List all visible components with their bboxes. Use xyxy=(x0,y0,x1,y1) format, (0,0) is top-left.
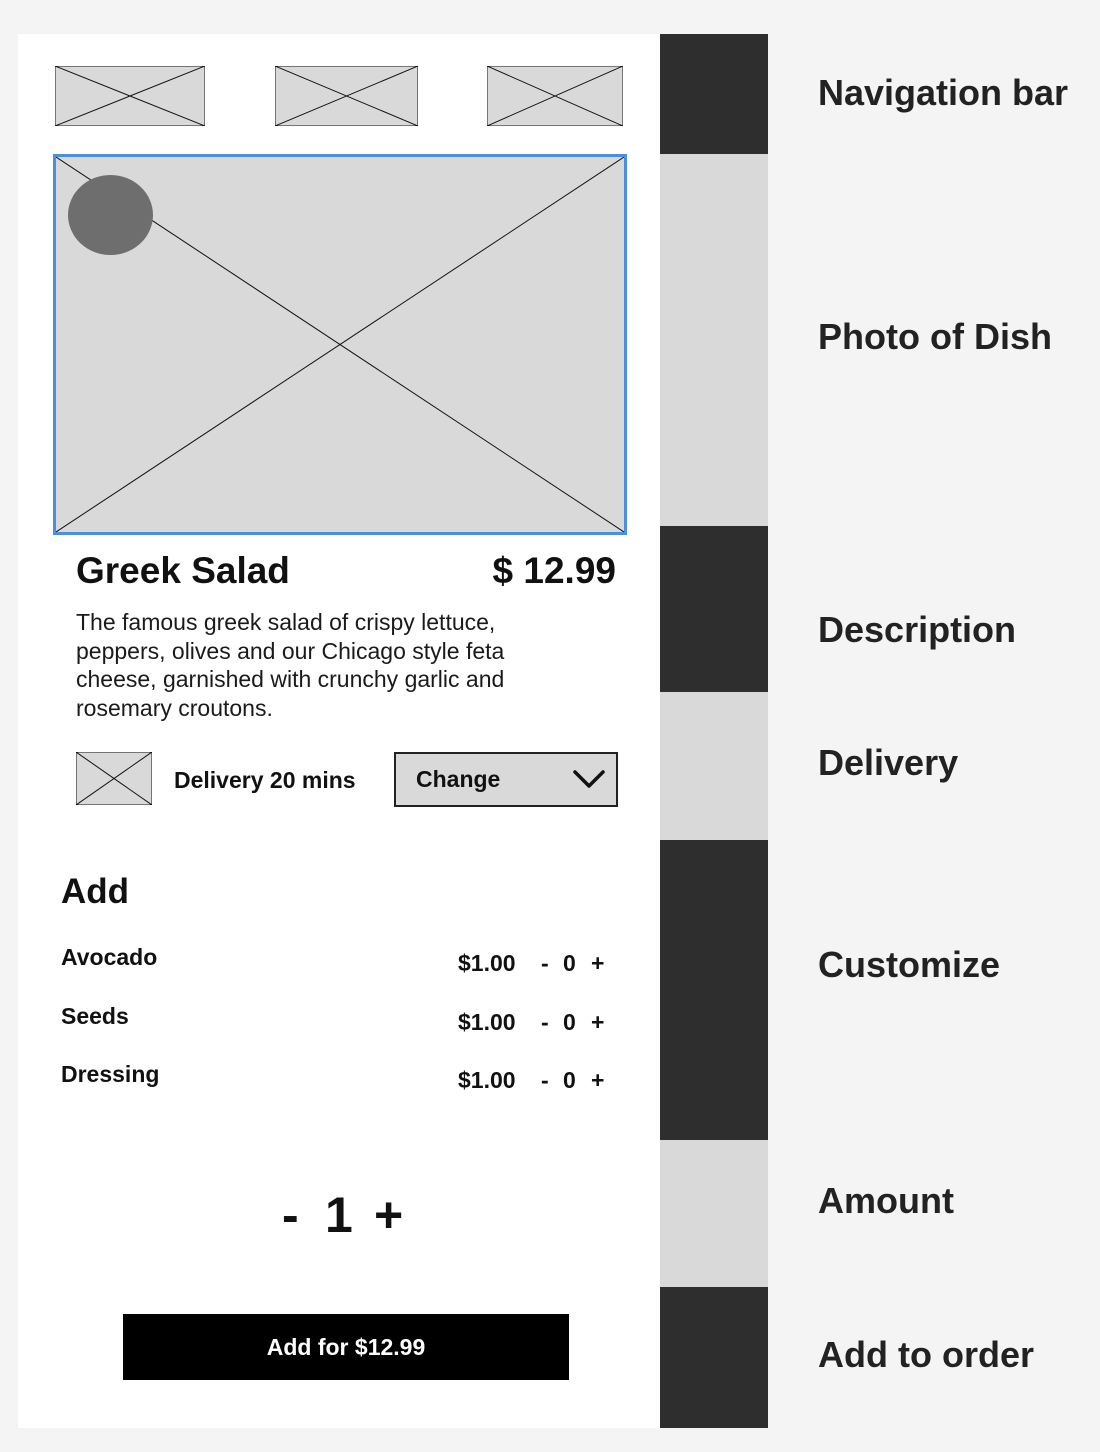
annotation-label-add-to-order: Add to order xyxy=(818,1334,1034,1375)
addon-increment-button[interactable]: + xyxy=(591,1067,604,1094)
addon-decrement-button[interactable]: - xyxy=(541,950,549,977)
addon-quantity: 0 xyxy=(563,1067,576,1093)
annotation-band-amount xyxy=(660,1140,768,1287)
addon-price: $1.00 xyxy=(458,950,516,976)
annotation-band-description xyxy=(660,526,768,692)
addon-decrement-button[interactable]: - xyxy=(541,1067,549,1094)
annotation-band-photo xyxy=(660,154,768,526)
addon-increment-button[interactable]: + xyxy=(591,950,604,977)
addon-name: Seeds xyxy=(61,1003,129,1029)
dish-description: The famous greek salad of crispy lettuce… xyxy=(76,609,505,721)
annotation-band-delivery xyxy=(660,692,768,840)
delivery-time-text: Delivery 20 mins xyxy=(174,767,356,793)
chevron-down-icon xyxy=(573,770,605,788)
addon-decrement-button[interactable]: - xyxy=(541,1009,549,1036)
change-dropdown-label: Change xyxy=(416,766,501,792)
annotation-label-amount: Amount xyxy=(818,1180,954,1221)
annotation-label-navigation-bar: Navigation bar xyxy=(818,72,1069,113)
amount-decrement-button[interactable]: - xyxy=(282,1186,299,1244)
amount-increment-button[interactable]: + xyxy=(374,1186,403,1244)
addon-row-avocado: Avocado $1.00 - 0 + xyxy=(61,944,621,984)
addon-row-dressing: Dressing $1.00 - 0 + xyxy=(61,1061,621,1101)
dish-title: Greek Salad xyxy=(76,550,290,591)
phone-wireframe: Greek Salad $ 12.99 The famous greek sal… xyxy=(18,34,660,1428)
annotation-label-description: Description xyxy=(818,609,1017,650)
amount-value: 1 xyxy=(325,1187,353,1243)
annotation-label-customize: Customize xyxy=(818,944,1001,985)
addon-name: Avocado xyxy=(61,944,158,970)
annotation-label-delivery: Delivery xyxy=(818,742,959,783)
delivery-placeholder-image xyxy=(76,752,152,805)
change-delivery-dropdown[interactable]: Change xyxy=(394,752,618,807)
annotation-band-navigation xyxy=(660,34,768,154)
dish-price: $ 12.99 xyxy=(492,550,616,591)
nav-item-3-placeholder-image[interactable] xyxy=(487,66,623,126)
addon-quantity: 0 xyxy=(563,950,576,976)
annotation-band-customize xyxy=(660,840,768,1140)
addon-quantity: 0 xyxy=(563,1009,576,1035)
annotation-label-photo-of-dish: Photo of Dish xyxy=(818,316,1052,357)
addon-row-seeds: Seeds $1.00 - 0 + xyxy=(61,1003,621,1043)
addon-price: $1.00 xyxy=(458,1067,516,1093)
addon-name: Dressing xyxy=(61,1061,160,1087)
addon-increment-button[interactable]: + xyxy=(591,1009,604,1036)
annotation-band-add-to-order xyxy=(660,1287,768,1428)
add-to-order-button[interactable]: Add for $12.99 xyxy=(123,1314,569,1380)
addons-heading: Add xyxy=(61,872,130,911)
avatar xyxy=(68,175,153,255)
dish-photo-placeholder xyxy=(53,154,627,535)
addon-price: $1.00 xyxy=(458,1009,516,1035)
nav-item-1-placeholder-image[interactable] xyxy=(55,66,205,126)
nav-item-2-placeholder-image[interactable] xyxy=(275,66,418,126)
